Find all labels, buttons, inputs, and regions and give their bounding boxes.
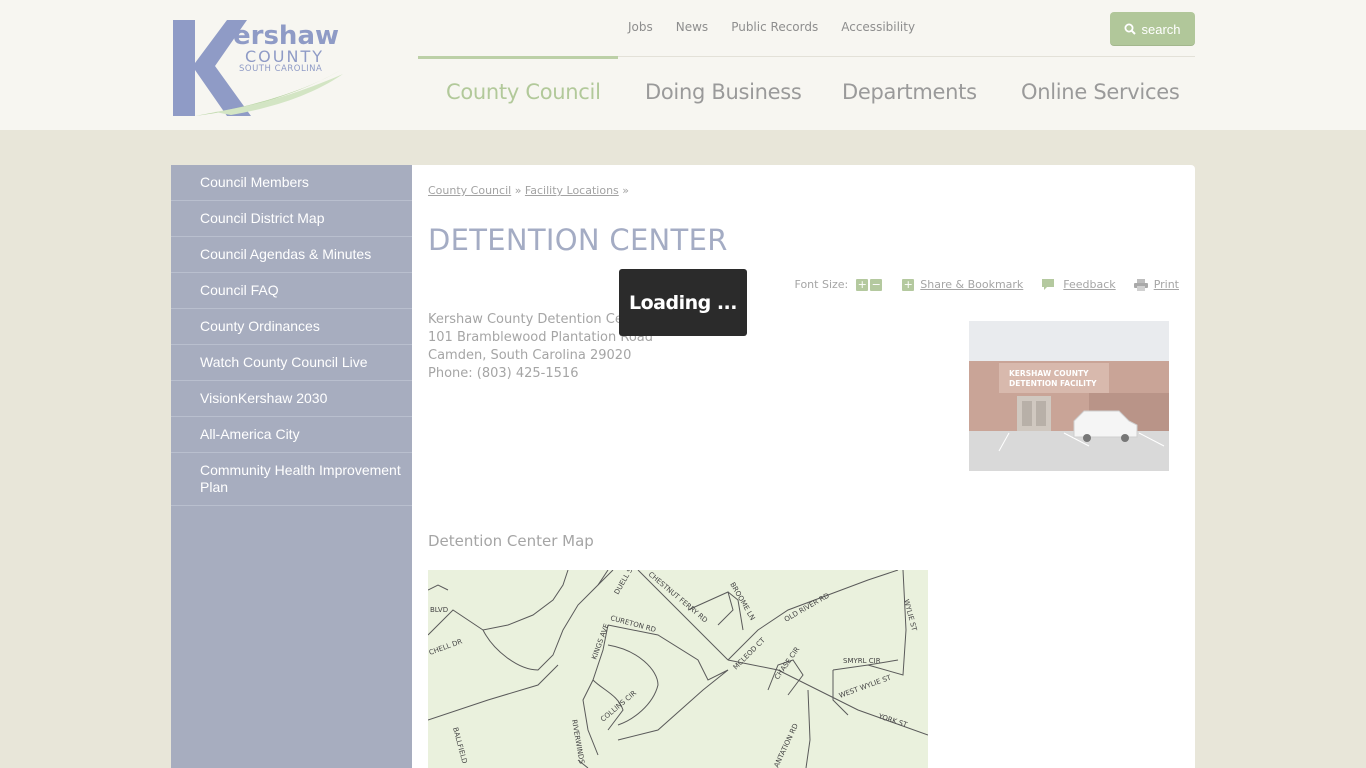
detention-center-photo: KERSHAW COUNTY DETENTION FACILITY — [969, 321, 1169, 471]
sidebar-item-council-district-map[interactable]: Council District Map — [171, 201, 412, 237]
sidebar-item-watch-live[interactable]: Watch County Council Live — [171, 345, 412, 381]
photo-sign-line2: DETENTION FACILITY — [1009, 379, 1097, 388]
breadcrumb-separator: » — [514, 184, 522, 197]
search-icon — [1124, 23, 1137, 35]
utility-link-news[interactable]: News — [676, 20, 708, 34]
font-size-label: Font Size: — [794, 278, 849, 291]
sidebar: Council Members Council District Map Cou… — [171, 165, 412, 768]
print-icon[interactable] — [1133, 278, 1148, 291]
nav-county-council[interactable]: County Council — [446, 80, 601, 104]
nav-doing-business[interactable]: Doing Business — [645, 80, 802, 104]
print-link[interactable]: Print — [1154, 278, 1179, 291]
breadcrumb-county-council[interactable]: County Council — [428, 184, 511, 197]
page-tools: Font Size: + − + Share & Bookmark Feedba… — [795, 278, 1179, 291]
facility-phone: Phone: (803) 425-1516 — [428, 366, 579, 381]
photo-sign-line1: KERSHAW COUNTY — [1009, 369, 1089, 378]
sidebar-item-visionkershaw[interactable]: VisionKershaw 2030 — [171, 381, 412, 417]
utility-link-accessibility[interactable]: Accessibility — [841, 20, 915, 34]
map-heading: Detention Center Map — [428, 532, 594, 550]
map-label-blvd: BLVD — [430, 606, 448, 614]
feedback-icon[interactable] — [1041, 278, 1055, 291]
utility-link-jobs[interactable]: Jobs — [628, 20, 653, 34]
loading-indicator: Loading ... — [619, 269, 747, 336]
detention-center-map[interactable]: BLVD CHELL DR DUELL ST CHESTNUT FERRY RD… — [428, 570, 928, 768]
sidebar-item-council-members[interactable]: Council Members — [171, 165, 412, 201]
search-button[interactable]: search — [1110, 12, 1195, 46]
sidebar-item-council-agendas[interactable]: Council Agendas & Minutes — [171, 237, 412, 273]
font-decrease-icon[interactable]: − — [870, 278, 883, 291]
nav-departments[interactable]: Departments — [842, 80, 977, 104]
search-label: search — [1141, 21, 1181, 37]
sidebar-item-council-faq[interactable]: Council FAQ — [171, 273, 412, 309]
share-icon[interactable]: + — [902, 278, 915, 291]
sidebar-item-all-america-city[interactable]: All-America City — [171, 417, 412, 453]
share-bookmark-link[interactable]: Share & Bookmark — [920, 278, 1023, 291]
logo-text-line3: SOUTH CAROLINA — [239, 64, 322, 74]
sidebar-item-community-health[interactable]: Community Health Improvement Plan — [171, 453, 412, 506]
nav-active-indicator — [418, 56, 618, 59]
utility-link-public-records[interactable]: Public Records — [731, 20, 818, 34]
nav-online-services[interactable]: Online Services — [1021, 80, 1180, 104]
kershaw-county-logo[interactable]: ershaw COUNTY SOUTH CAROLINA — [171, 18, 346, 118]
utility-nav: Jobs News Public Records Accessibility — [628, 20, 915, 34]
breadcrumb-separator: » — [622, 184, 630, 197]
main-nav: County Council Doing Business Department… — [418, 80, 1195, 110]
map-label-smyrl-cir: SMYRL CIR — [843, 657, 881, 665]
site-header: ershaw COUNTY SOUTH CAROLINA Jobs News P… — [0, 0, 1366, 130]
breadcrumb: County Council » Facility Locations » — [428, 184, 629, 197]
feedback-link[interactable]: Feedback — [1063, 278, 1115, 291]
facility-city: Camden, South Carolina 29020 — [428, 348, 632, 363]
font-increase-icon[interactable]: + — [856, 278, 869, 291]
sidebar-item-county-ordinances[interactable]: County Ordinances — [171, 309, 412, 345]
breadcrumb-facility-locations[interactable]: Facility Locations — [525, 184, 619, 197]
main-content: County Council » Facility Locations » DE… — [412, 165, 1195, 768]
page-title: DETENTION CENTER — [428, 223, 728, 257]
